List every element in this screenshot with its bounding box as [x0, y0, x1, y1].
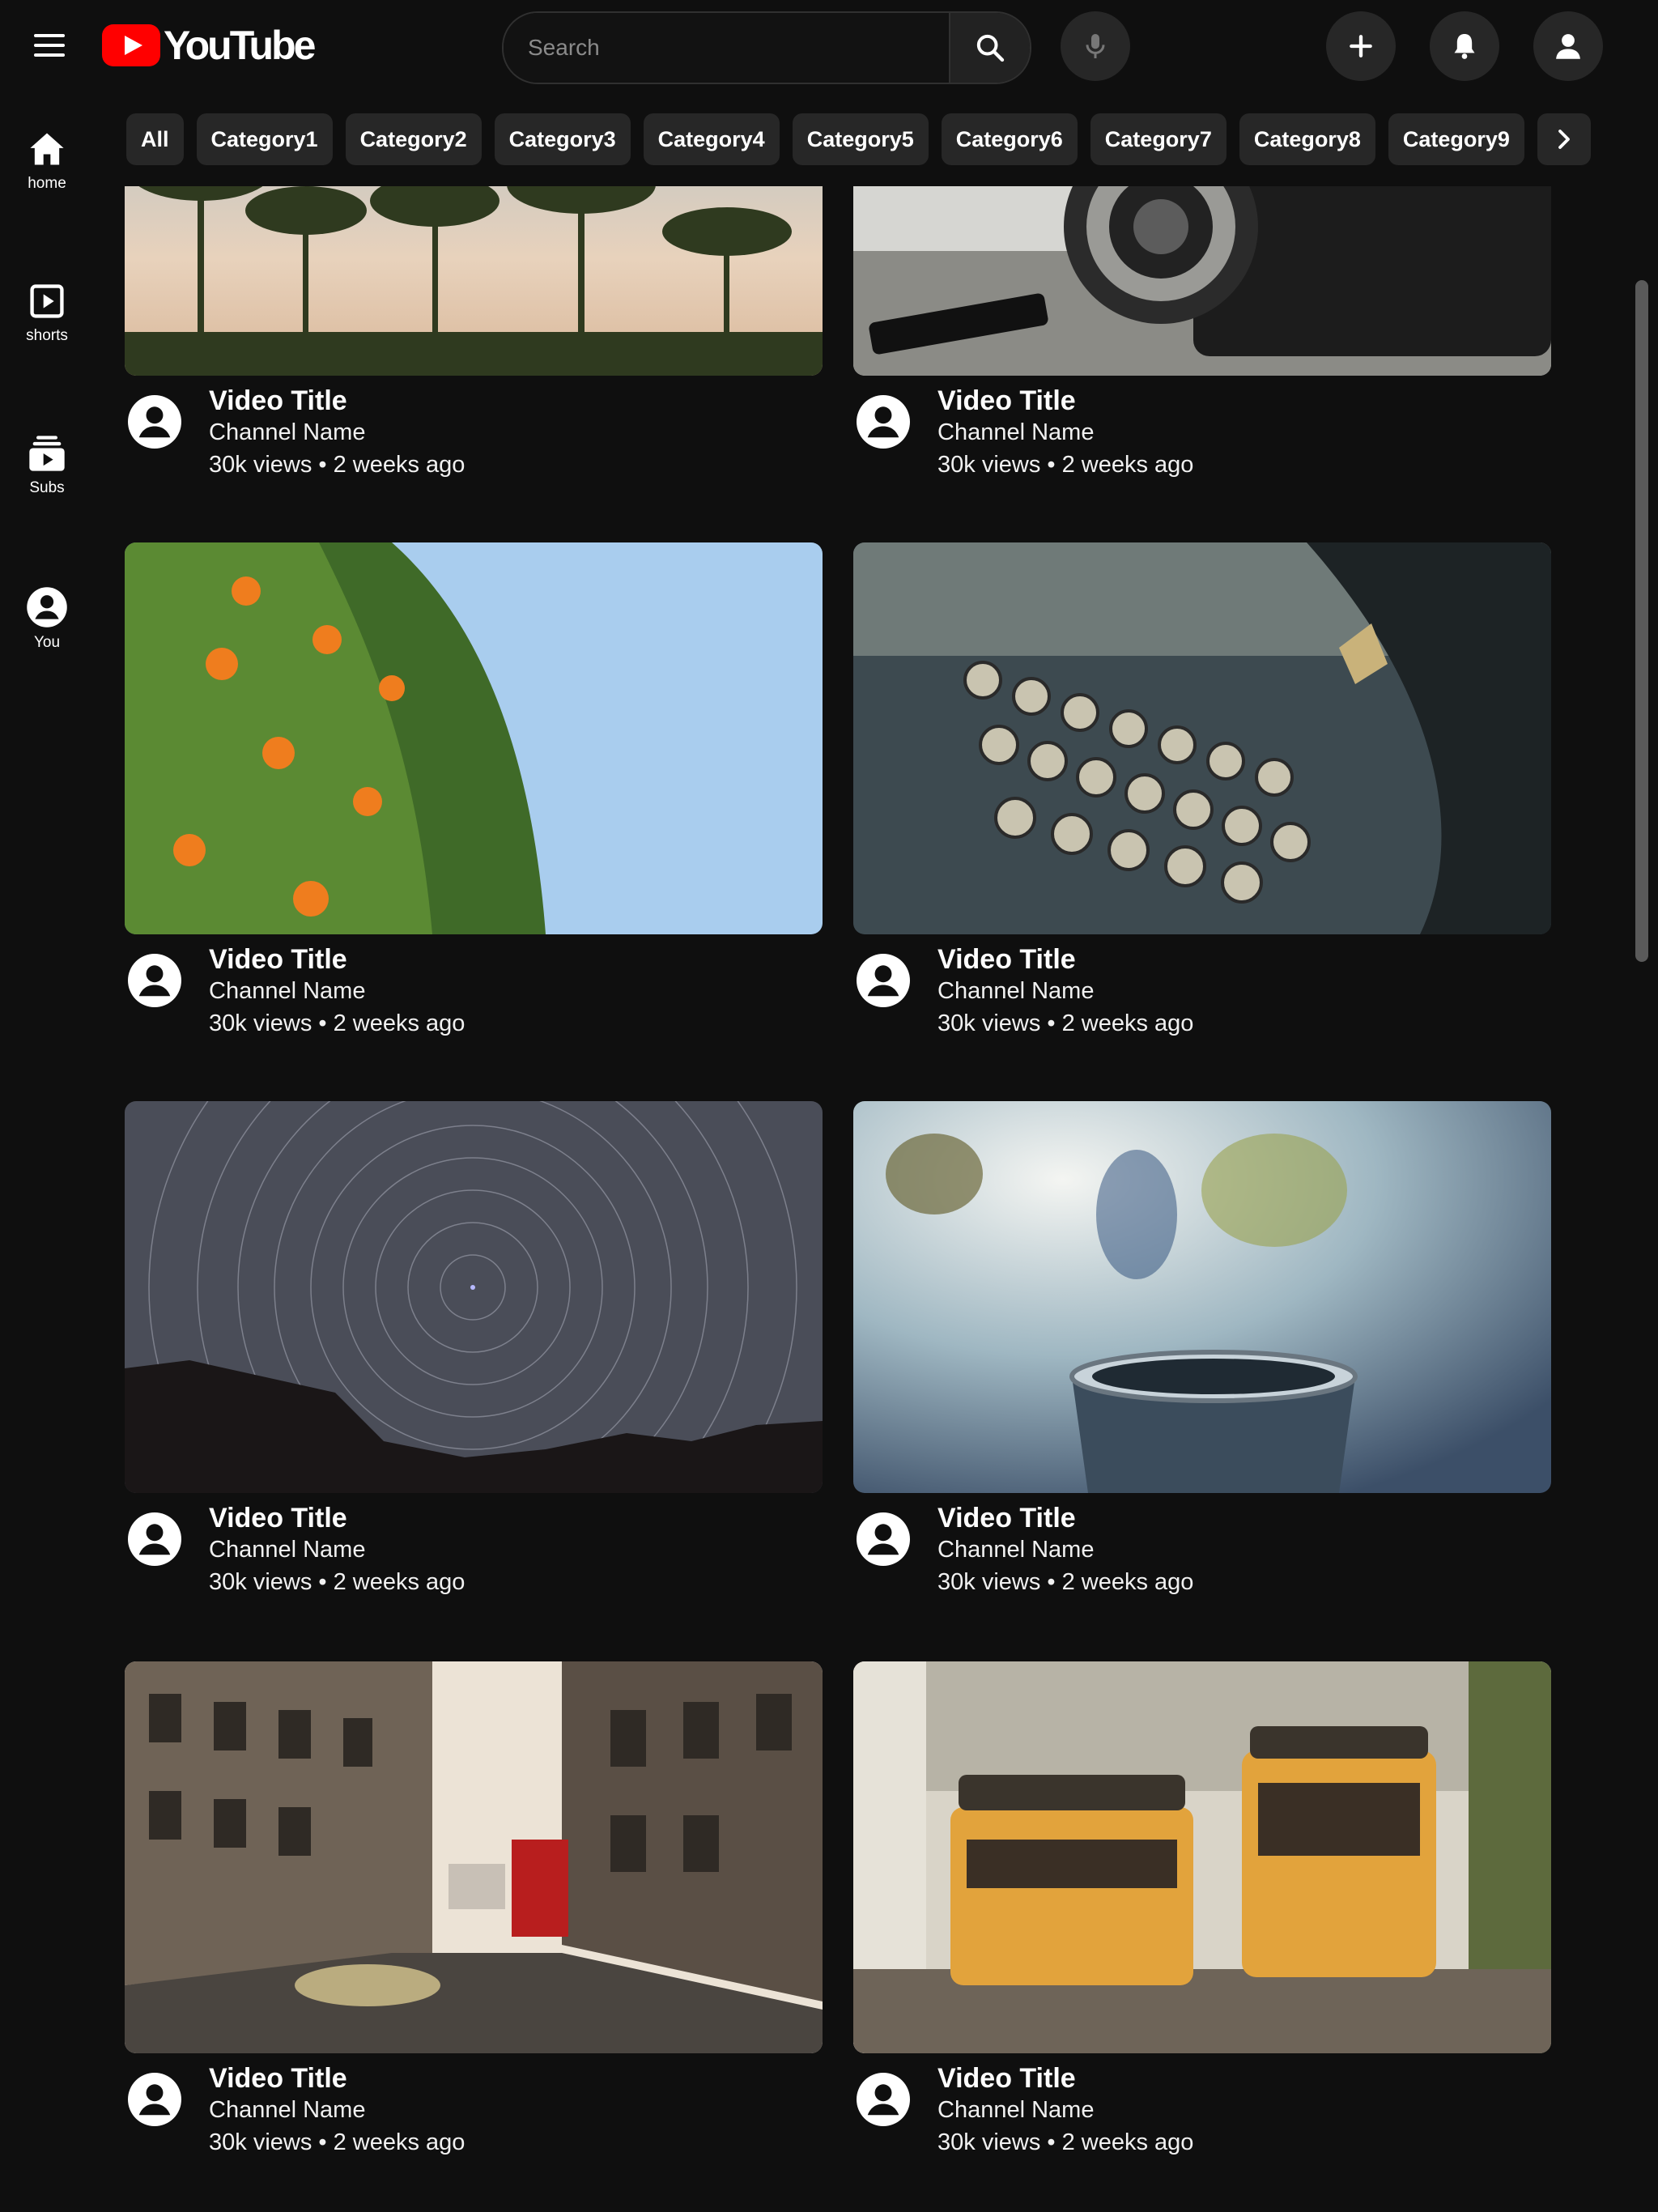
channel-name[interactable]: Channel Name: [937, 419, 1094, 446]
page-scrollbar[interactable]: [1626, 0, 1658, 2212]
video-card[interactable]: Video Title Channel Name 30k views • 2 w…: [125, 542, 823, 1036]
sidebar-item-label: shorts: [26, 327, 68, 344]
account-button[interactable]: [1533, 11, 1603, 81]
channel-name[interactable]: Channel Name: [209, 1537, 365, 1563]
video-thumbnail[interactable]: [853, 1661, 1551, 2053]
channel-avatar-icon[interactable]: [857, 2073, 910, 2126]
video-title[interactable]: Video Title: [209, 1503, 347, 1534]
video-meta: Video Title Channel Name 30k views • 2 w…: [125, 1496, 823, 1595]
video-thumbnail[interactable]: [125, 542, 823, 934]
sidebar-item-home[interactable]: home: [0, 112, 94, 209]
sidebar-item-shorts[interactable]: shorts: [0, 264, 94, 361]
sidebar-item-subscriptions[interactable]: Subs: [0, 416, 94, 513]
youtube-logo[interactable]: YouTube: [102, 19, 316, 71]
video-card[interactable]: Video Title Channel Name 30k views • 2 w…: [125, 1101, 823, 1595]
video-card[interactable]: Video Title Channel Name 30k views • 2 w…: [853, 1101, 1551, 1595]
search-box: [502, 11, 1031, 84]
search-button[interactable]: [949, 13, 1030, 83]
create-button[interactable]: [1326, 11, 1396, 81]
video-card[interactable]: Video Title Channel Name 30k views • 2 w…: [125, 1661, 823, 2155]
logo-text: YouTube: [164, 23, 316, 68]
video-meta: Video Title Channel Name 30k views • 2 w…: [125, 2057, 823, 2155]
video-stats: 30k views • 2 weeks ago: [209, 452, 466, 478]
video-thumbnail[interactable]: [853, 1101, 1551, 1493]
chip-category8[interactable]: Category8: [1239, 113, 1375, 165]
video-meta: Video Title Channel Name 30k views • 2 w…: [853, 1496, 1551, 1595]
video-title[interactable]: Video Title: [937, 2063, 1076, 2095]
create-icon: [1350, 35, 1372, 57]
you-icon: [27, 587, 67, 627]
video-thumbnail[interactable]: [853, 542, 1551, 934]
chip-category2[interactable]: Category2: [345, 113, 482, 165]
video-meta: Video Title Channel Name 30k views • 2 w…: [853, 938, 1551, 1036]
chip-category7[interactable]: Category7: [1090, 113, 1226, 165]
chip-all[interactable]: All: [126, 113, 184, 165]
video-stats: 30k views • 2 weeks ago: [937, 2129, 1194, 2155]
chips-next-button[interactable]: [1537, 113, 1591, 165]
chip-category9[interactable]: Category9: [1388, 113, 1524, 165]
notifications-button[interactable]: [1430, 11, 1499, 81]
channel-avatar-icon[interactable]: [128, 2073, 181, 2126]
chevron-right-icon: [1558, 130, 1570, 149]
youtube-play-icon: [102, 24, 160, 66]
channel-name[interactable]: Channel Name: [937, 1537, 1094, 1563]
video-stats: 30k views • 2 weeks ago: [209, 2129, 466, 2155]
channel-name[interactable]: Channel Name: [209, 978, 365, 1005]
bell-icon: [1454, 34, 1475, 59]
sidebar-item-label: You: [33, 634, 61, 651]
sidebar-item-label: home: [28, 175, 66, 192]
video-title[interactable]: Video Title: [937, 1503, 1076, 1534]
search-icon: [976, 34, 1005, 62]
channel-avatar-icon[interactable]: [128, 1512, 181, 1566]
video-meta: Video Title Channel Name 30k views • 2 w…: [125, 379, 823, 478]
chip-category6[interactable]: Category6: [941, 113, 1078, 165]
chip-category4[interactable]: Category4: [643, 113, 780, 165]
video-stats: 30k views • 2 weeks ago: [209, 1010, 466, 1036]
search-input[interactable]: [504, 13, 949, 83]
video-title[interactable]: Video Title: [209, 385, 347, 417]
voice-search-button[interactable]: [1061, 11, 1130, 81]
channel-name[interactable]: Channel Name: [209, 2097, 365, 2124]
video-stats: 30k views • 2 weeks ago: [937, 1569, 1194, 1595]
mic-icon: [1086, 34, 1105, 58]
video-stats: 30k views • 2 weeks ago: [209, 1569, 466, 1595]
video-title[interactable]: Video Title: [209, 2063, 347, 2095]
chip-category5[interactable]: Category5: [792, 113, 929, 165]
top-header: YouTube: [0, 0, 1658, 91]
channel-name[interactable]: Channel Name: [937, 2097, 1094, 2124]
video-meta: Video Title Channel Name 30k views • 2 w…: [853, 379, 1551, 478]
chip-category3[interactable]: Category3: [494, 113, 631, 165]
video-stats: 30k views • 2 weeks ago: [937, 452, 1194, 478]
video-thumbnail[interactable]: [125, 1101, 823, 1493]
video-card[interactable]: Video Title Channel Name 30k views • 2 w…: [853, 542, 1551, 1036]
sidebar-item-label: Subs: [29, 479, 65, 496]
video-meta: Video Title Channel Name 30k views • 2 w…: [853, 2057, 1551, 2155]
sidebar-item-you[interactable]: You: [0, 570, 94, 667]
home-icon: [30, 133, 64, 165]
channel-avatar-icon[interactable]: [857, 395, 910, 449]
video-meta: Video Title Channel Name 30k views • 2 w…: [125, 938, 823, 1036]
channel-name[interactable]: Channel Name: [209, 419, 365, 446]
video-stats: 30k views • 2 weeks ago: [937, 1010, 1194, 1036]
shorts-icon: [30, 284, 64, 318]
channel-avatar-icon[interactable]: [857, 1512, 910, 1566]
sidebar: home shorts Subs You: [0, 91, 97, 2212]
video-grid: Video Title Channel Name 30k views • 2 w…: [97, 0, 1626, 2212]
channel-name[interactable]: Channel Name: [937, 978, 1094, 1005]
video-title[interactable]: Video Title: [937, 385, 1076, 417]
chip-list: All Category1 Category2 Category3 Catego…: [126, 113, 1591, 165]
video-thumbnail[interactable]: [125, 1661, 823, 2053]
video-card[interactable]: Video Title Channel Name 30k views • 2 w…: [853, 1661, 1551, 2155]
account-icon: [1556, 34, 1580, 59]
video-title[interactable]: Video Title: [937, 944, 1076, 976]
chip-category1[interactable]: Category1: [196, 113, 333, 165]
channel-avatar-icon[interactable]: [857, 954, 910, 1007]
channel-avatar-icon[interactable]: [128, 954, 181, 1007]
channel-avatar-icon[interactable]: [128, 395, 181, 449]
category-chip-bar: All Category1 Category2 Category3 Catego…: [97, 91, 1658, 186]
video-title[interactable]: Video Title: [209, 944, 347, 976]
subscriptions-icon: [29, 436, 65, 471]
scrollbar-thumb[interactable]: [1635, 280, 1648, 962]
menu-icon[interactable]: [29, 26, 71, 65]
